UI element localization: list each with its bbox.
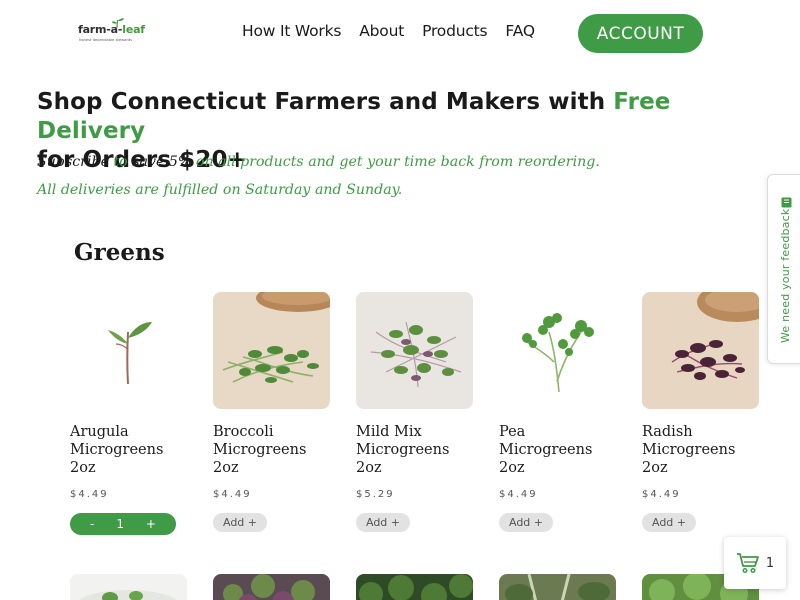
nav-how-it-works[interactable]: How It Works (242, 22, 341, 40)
cart-button[interactable]: 1 (724, 537, 786, 589)
product-image-next-row[interactable] (356, 574, 473, 600)
product-price: $4.49 (213, 489, 252, 500)
account-button[interactable]: ACCOUNT (578, 14, 703, 53)
save-percent: save 5% (132, 154, 192, 170)
product-image[interactable] (499, 292, 616, 409)
site-header: farm-a-leaf honest dependable stewards H… (0, 0, 800, 66)
add-to-cart-button[interactable]: Add + (356, 513, 410, 532)
feedback-icon (781, 197, 792, 208)
product-image[interactable] (213, 292, 330, 409)
main-nav: How It Works About Products FAQ (242, 22, 553, 40)
product-image-next-row[interactable] (499, 574, 616, 600)
product-card-broccoli[interactable]: Broccoli Microgreens 2oz $4.49 Add + (213, 292, 330, 532)
add-to-cart-button[interactable]: Add + (213, 513, 267, 532)
product-name[interactable]: Broccoli Microgreens 2oz (213, 423, 330, 477)
decrease-button[interactable]: - (90, 517, 94, 531)
quantity-stepper: - 1 + (70, 513, 176, 535)
product-card-mild-mix[interactable]: Mild Mix Microgreens 2oz $5.29 Add + (356, 292, 473, 532)
logo-tagline: honest dependable stewards (79, 38, 133, 42)
product-card-arugula[interactable]: Arugula Microgreens 2oz $4.49 - 1 + (70, 292, 187, 535)
product-image[interactable] (70, 292, 187, 409)
delivery-note: All deliveries are fulfilled on Saturday… (37, 182, 403, 198)
product-image[interactable] (642, 292, 759, 409)
product-image-next-row[interactable] (70, 574, 187, 600)
product-price: $4.49 (70, 489, 109, 500)
product-name[interactable]: Arugula Microgreens 2oz (70, 423, 187, 477)
product-name[interactable]: Radish Microgreens 2oz (642, 423, 759, 477)
feedback-label: We need your feedback (779, 208, 792, 343)
nav-faq[interactable]: FAQ (505, 22, 535, 40)
sprout-icon (112, 18, 124, 28)
quantity-value: 1 (116, 517, 124, 531)
section-title-greens: Greens (74, 239, 165, 266)
cart-icon (736, 553, 759, 574)
subscribe-link[interactable]: Subscribe (37, 154, 109, 170)
product-card-pea[interactable]: Pea Microgreens 2oz $4.49 Add + (499, 292, 616, 532)
brand-logo[interactable]: farm-a-leaf honest dependable stewards (78, 18, 145, 44)
add-to-cart-button[interactable]: Add + (642, 513, 696, 532)
product-card-radish[interactable]: Radish Microgreens 2oz $4.49 Add + (642, 292, 759, 532)
product-image[interactable] (356, 292, 473, 409)
product-name[interactable]: Pea Microgreens 2oz (499, 423, 616, 477)
nav-products[interactable]: Products (422, 22, 488, 40)
product-name[interactable]: Mild Mix Microgreens 2oz (356, 423, 473, 477)
product-price: $4.49 (642, 489, 681, 500)
feedback-tab[interactable]: We need your feedback (767, 174, 800, 364)
increase-button[interactable]: + (146, 517, 156, 531)
product-image-next-row[interactable] (213, 574, 330, 600)
cart-count: 1 (765, 555, 775, 571)
subscribe-note: Subscribe to save 5% on all products and… (37, 154, 600, 170)
add-to-cart-button[interactable]: Add + (499, 513, 553, 532)
product-price: $4.49 (499, 489, 538, 500)
nav-about[interactable]: About (359, 22, 404, 40)
product-price: $5.29 (356, 489, 395, 500)
